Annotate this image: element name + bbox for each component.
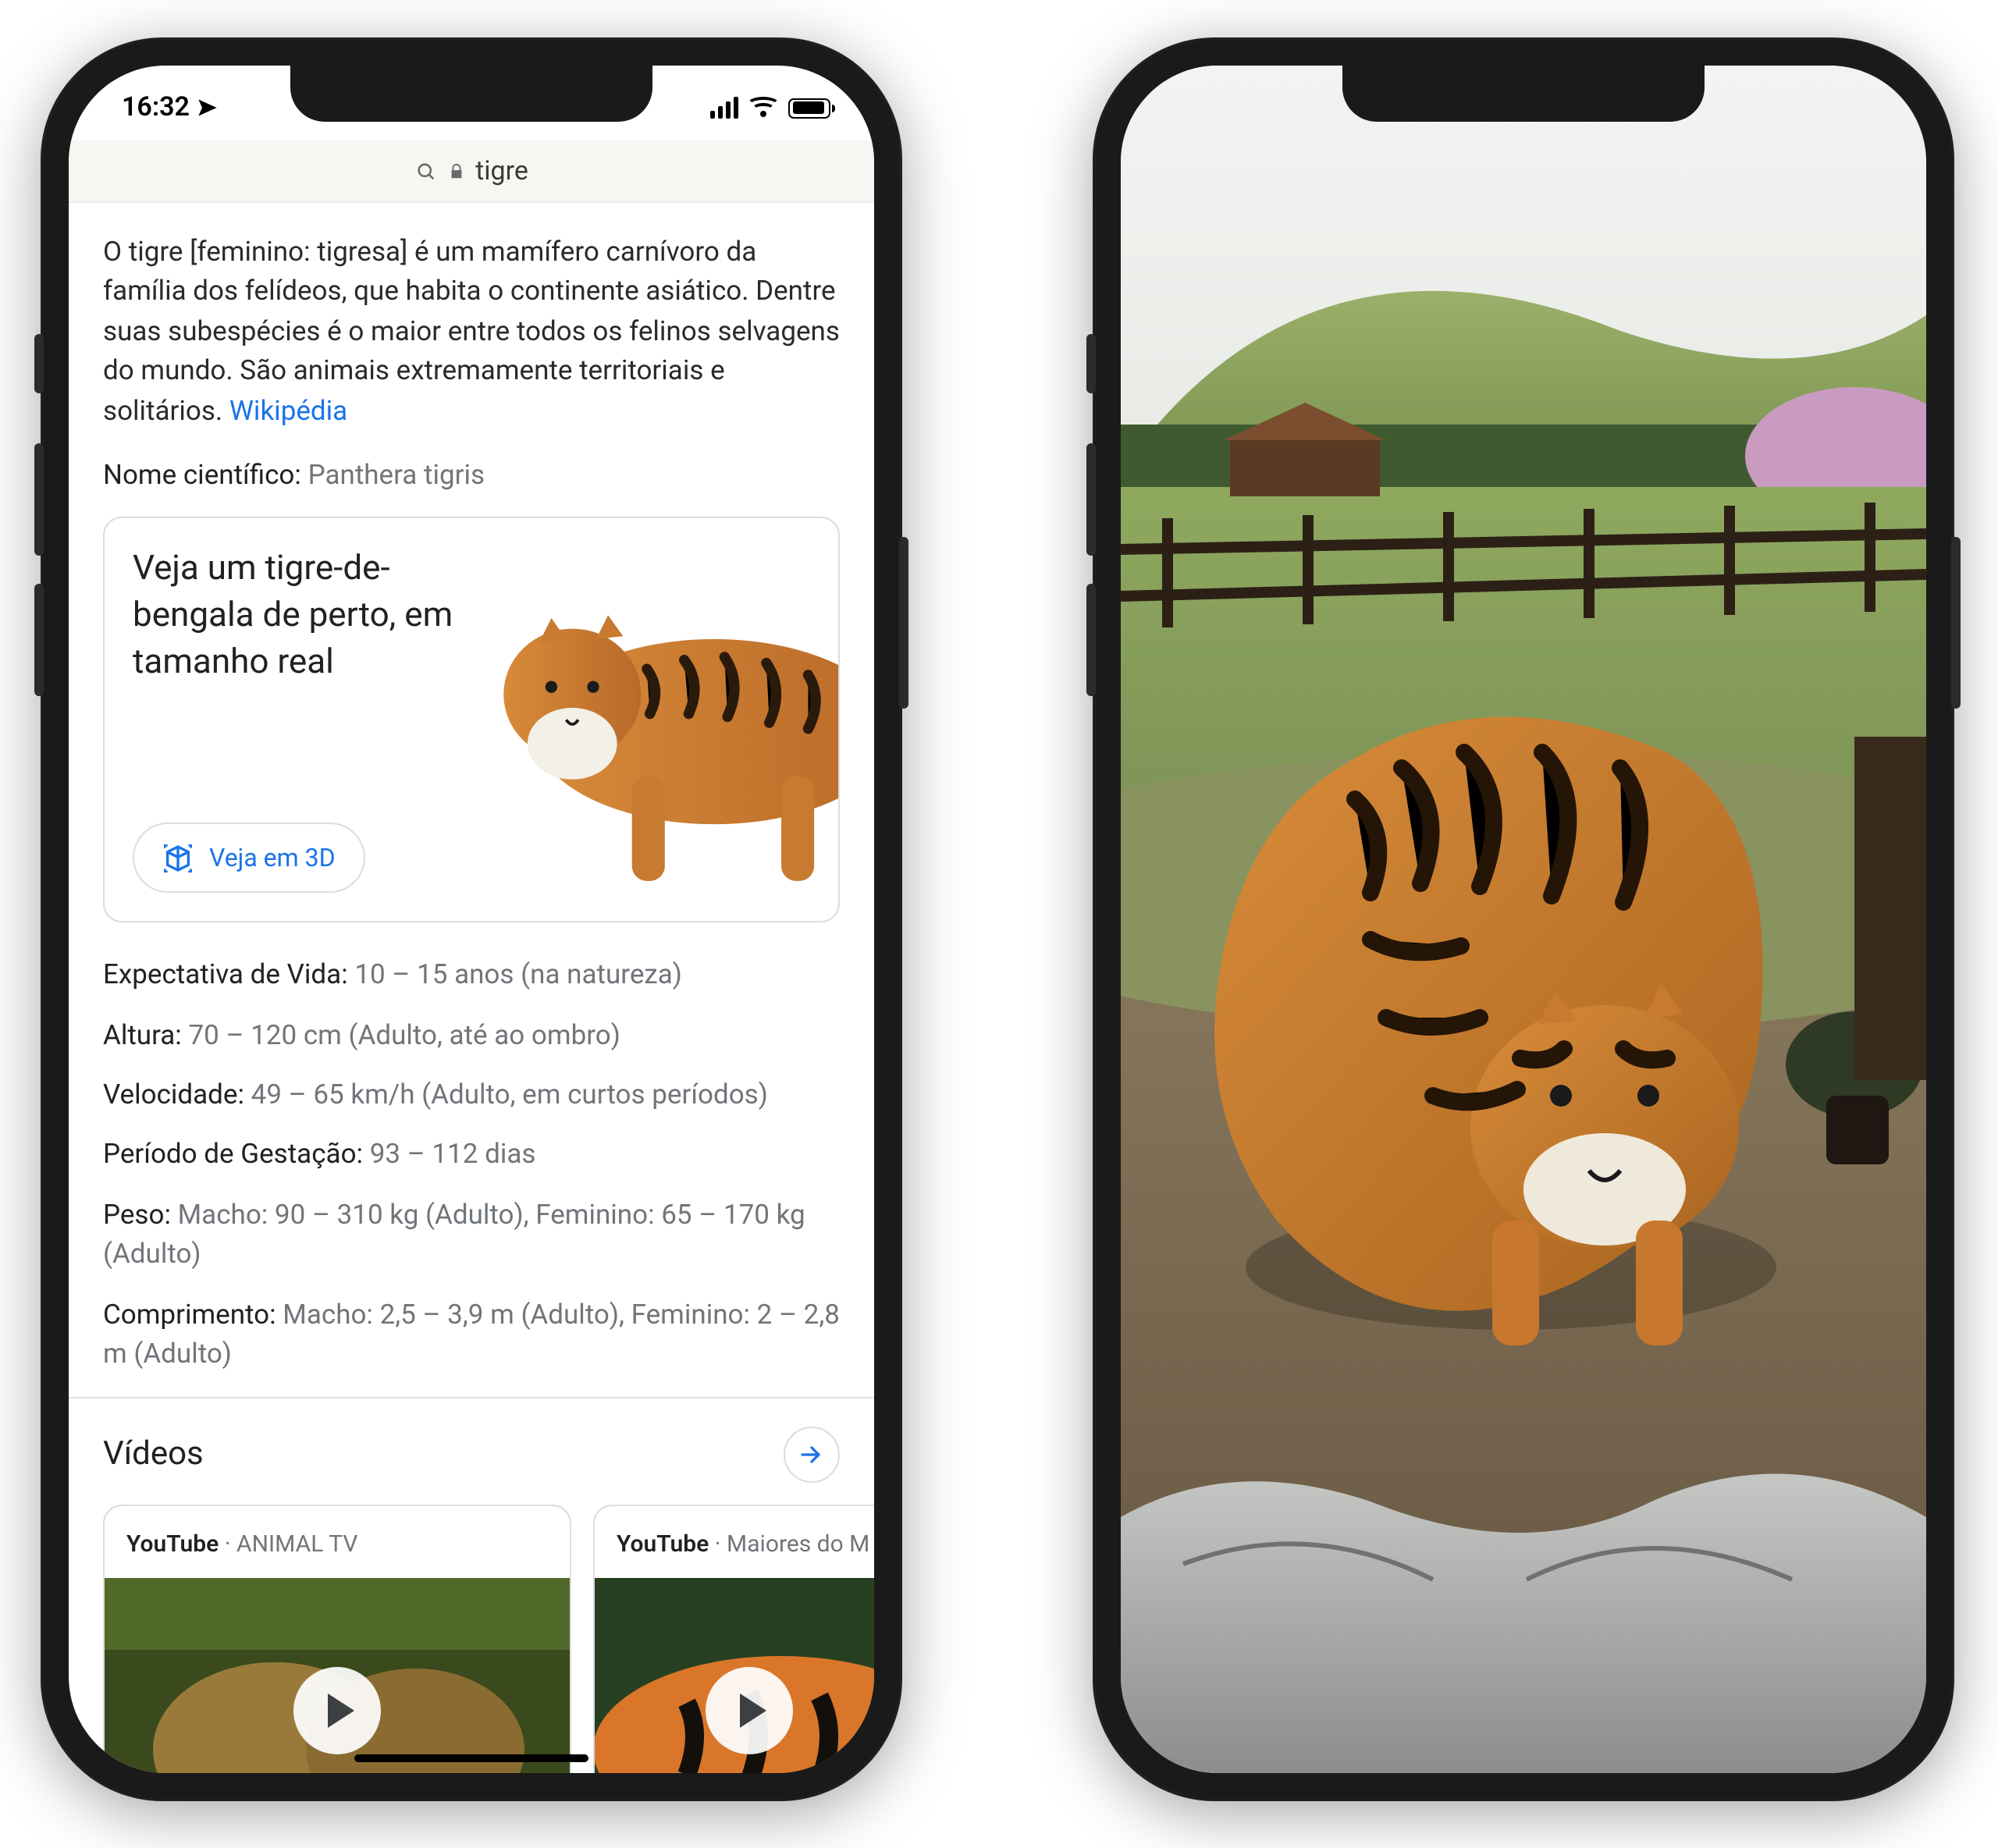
side-power-button[interactable]	[899, 537, 908, 709]
mute-switch[interactable]	[1086, 334, 1096, 393]
cellular-signal-icon	[710, 97, 738, 119]
volume-down-button[interactable]	[34, 584, 44, 696]
screen-left: 16:32 tigre O tigre [feminino: tigresa] …	[69, 66, 874, 1773]
search-icon	[414, 160, 436, 182]
fact-value: 70 – 120 cm (Adulto, até ao ombro)	[188, 1020, 620, 1051]
phone-frame-right	[1093, 37, 1954, 1801]
address-bar[interactable]: tigre	[69, 140, 874, 203]
scientific-name-row: Nome científico: Panthera tigris	[103, 457, 840, 497]
video-source-line: YouTube · ANIMAL TV	[105, 1507, 570, 1579]
cube-3d-icon	[162, 842, 194, 873]
fact-row: Peso: Macho: 90 – 310 kg (Adulto), Femin…	[103, 1197, 840, 1277]
video-card[interactable]: YouTube · Maiores do M 3:09	[593, 1505, 874, 1774]
play-icon	[293, 1667, 381, 1754]
videos-carousel[interactable]: YouTube · ANIMAL TV	[103, 1505, 874, 1774]
fact-value: 10 – 15 anos (na natureza)	[354, 961, 682, 992]
play-icon	[706, 1667, 793, 1754]
view-3d-title: Veja um tigre-de-bengala de perto, em ta…	[133, 547, 499, 686]
fact-label: Comprimento:	[103, 1299, 276, 1331]
fact-label: Velocidade:	[103, 1080, 244, 1111]
fact-label: Altura:	[103, 1020, 182, 1051]
view-in-3d-button[interactable]: Veja em 3D	[133, 823, 365, 893]
fact-row: Comprimento: Macho: 2,5 – 3,9 m (Adulto)…	[103, 1296, 840, 1376]
screen-right	[1121, 66, 1926, 1773]
view-in-3d-label: Veja em 3D	[209, 840, 336, 876]
video-source-line: YouTube · Maiores do M	[595, 1507, 874, 1579]
volume-down-button[interactable]	[1086, 584, 1096, 696]
video-thumbnail[interactable]: 3:09	[595, 1578, 874, 1773]
fact-label: Peso:	[103, 1200, 171, 1231]
tiger-3d-illustration	[467, 553, 840, 897]
video-source: YouTube	[126, 1530, 219, 1558]
fact-value: Macho: 90 – 310 kg (Adulto), Feminino: 6…	[103, 1200, 805, 1271]
fact-value: 93 – 112 dias	[370, 1140, 536, 1171]
fact-label: Período de Gestação:	[103, 1140, 363, 1171]
wikipedia-link[interactable]: Wikipédia	[229, 396, 347, 427]
home-indicator[interactable]	[354, 1754, 588, 1762]
scientific-name-value: Panthera tigris	[308, 460, 485, 492]
videos-heading: Vídeos	[103, 1431, 204, 1479]
scientific-name-label: Nome científico:	[103, 460, 301, 492]
fact-value: 49 – 65 km/h (Adulto, em curtos períodos…	[251, 1080, 768, 1111]
video-channel: ANIMAL TV	[236, 1530, 357, 1558]
arrow-right-icon	[798, 1441, 826, 1470]
fact-row: Altura: 70 – 120 cm (Adulto, até ao ombr…	[103, 1017, 840, 1057]
description-text: O tigre [feminino: tigresa] é um mamífer…	[103, 237, 840, 427]
volume-up-button[interactable]	[34, 443, 44, 556]
ar-camera-view[interactable]	[1121, 66, 1926, 1773]
notch	[290, 66, 652, 122]
knowledge-description: O tigre [feminino: tigresa] é um mamífer…	[103, 234, 840, 432]
status-time: 16:32	[122, 92, 190, 123]
fact-row: Período de Gestação: 93 – 112 dias	[103, 1137, 840, 1177]
mute-switch[interactable]	[34, 334, 44, 393]
fact-row: Expectativa de Vida: 10 – 15 anos (na na…	[103, 958, 840, 997]
fact-label: Expectativa de Vida:	[103, 961, 348, 992]
location-icon	[197, 97, 219, 119]
fact-row: Velocidade: 49 – 65 km/h (Adulto, em cur…	[103, 1077, 840, 1117]
wifi-icon	[749, 97, 777, 119]
battery-icon	[788, 98, 830, 118]
side-power-button[interactable]	[1951, 537, 1961, 709]
search-result-content[interactable]: O tigre [feminino: tigresa] é um mamífer…	[69, 203, 874, 1773]
videos-more-button[interactable]	[784, 1427, 840, 1484]
video-thumbnail[interactable]: 15:11	[105, 1578, 570, 1773]
address-bar-query: tigre	[475, 155, 528, 187]
view-3d-card: Veja um tigre-de-bengala de perto, em ta…	[103, 517, 840, 923]
phone-frame-left: 16:32 tigre O tigre [feminino: tigresa] …	[41, 37, 902, 1801]
volume-up-button[interactable]	[1086, 443, 1096, 556]
video-source: YouTube	[617, 1530, 709, 1558]
lock-icon	[447, 160, 464, 182]
notch	[1342, 66, 1705, 122]
video-channel: Maiores do M	[727, 1530, 869, 1558]
video-card[interactable]: YouTube · ANIMAL TV	[103, 1505, 571, 1774]
